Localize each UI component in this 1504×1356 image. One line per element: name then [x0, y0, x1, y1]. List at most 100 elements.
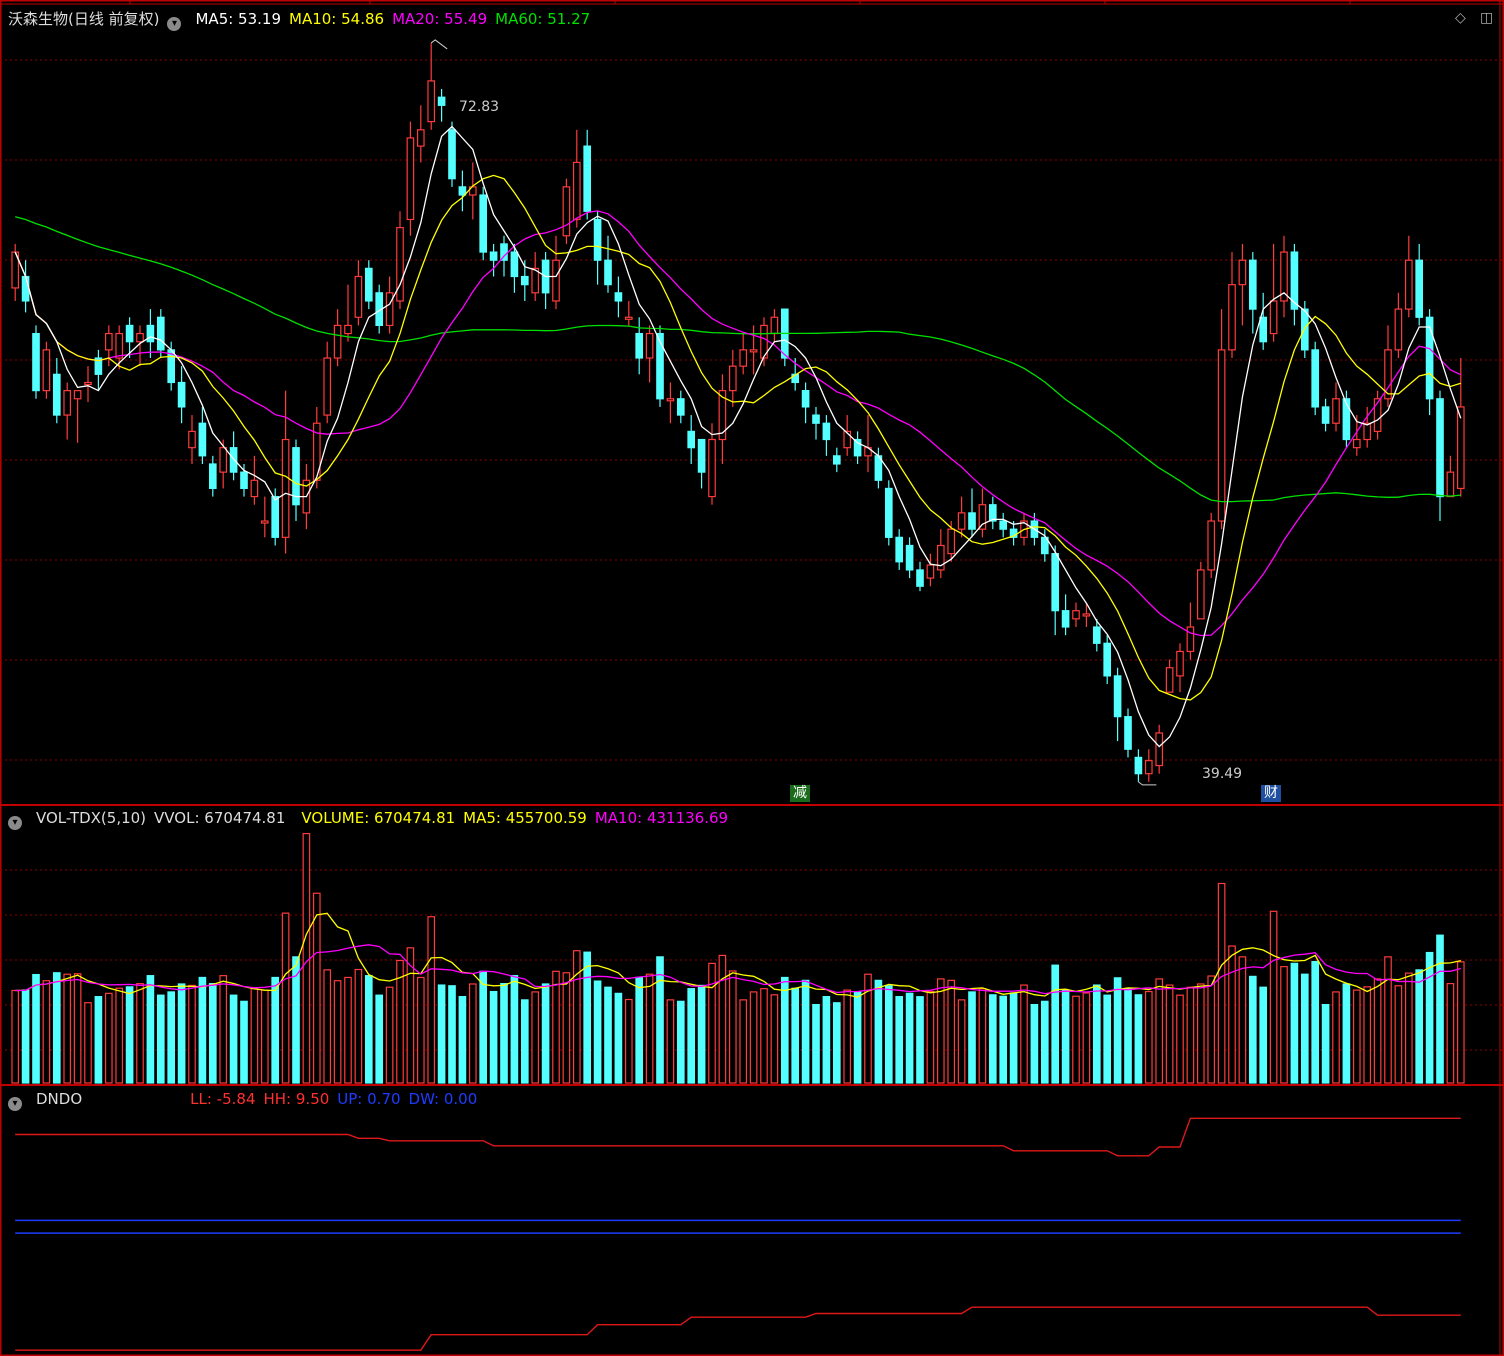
volume-bar: [468, 983, 477, 1084]
ma20-label: MA20: 55.49: [392, 10, 488, 28]
volume-bar: [385, 986, 394, 1084]
high-price-marker: 72.83: [459, 99, 500, 115]
volume-bar: [448, 985, 456, 1084]
candle-body: [177, 381, 186, 408]
candle-body: [1113, 675, 1122, 718]
candle-body: [1259, 316, 1268, 343]
volume-bar: [936, 978, 945, 1084]
volume-bar: [1040, 1000, 1049, 1084]
vol-ma5-label: MA5: 455700.59: [463, 809, 587, 827]
volume-bar: [1165, 984, 1174, 1084]
volume-bar: [1207, 975, 1216, 1084]
ma60-label: MA60: 51.27: [495, 10, 591, 28]
candle-body: [635, 332, 644, 359]
dw-label: DW: 0.00: [408, 1090, 478, 1108]
candle-body: [1248, 259, 1257, 310]
volume-bar: [541, 983, 550, 1084]
dropdown-icon[interactable]: [167, 17, 182, 31]
volume-bar: [999, 995, 1008, 1084]
volume-bar: [614, 992, 623, 1084]
volume-bar: [1072, 995, 1080, 1084]
volume-bar: [1092, 984, 1101, 1084]
volume-bar: [583, 951, 592, 1084]
volume-bar: [333, 980, 342, 1084]
volume-bar: [676, 1000, 685, 1084]
volume-label: VOLUME: 670474.81: [301, 809, 456, 827]
volume-bar: [302, 833, 311, 1084]
candle-body: [1394, 308, 1403, 351]
volume-bar: [843, 989, 852, 1084]
expand-icon[interactable]: ◫: [1480, 10, 1493, 26]
volume-indicator-title[interactable]: VOL-TDX(5,10): [36, 809, 146, 827]
candle-body: [1051, 553, 1060, 612]
event-tag-finance[interactable]: 财: [1261, 785, 1281, 802]
volume-bar: [552, 970, 560, 1084]
candle-body: [656, 332, 664, 400]
volume-bar: [624, 998, 633, 1084]
candle-body: [364, 267, 373, 302]
candle-body: [884, 487, 893, 538]
volume-bar: [884, 985, 893, 1084]
volume-bar: [250, 988, 259, 1084]
stock-title[interactable]: 沃森生物(日线 前复权): [8, 10, 159, 28]
volume-bar: [1373, 978, 1382, 1084]
dropdown-icon[interactable]: [8, 816, 22, 830]
volume-bar: [1332, 991, 1340, 1084]
stock-chart-canvas[interactable]: [0, 0, 1504, 1356]
candle-body: [333, 324, 342, 359]
candle-body: [437, 96, 446, 106]
hh-label: HH: 9.50: [263, 1090, 330, 1108]
volume-bar: [604, 986, 612, 1084]
candle-body: [416, 129, 425, 147]
candle-body: [1176, 650, 1184, 677]
candle-body: [250, 479, 259, 498]
volume-bar: [697, 984, 706, 1084]
volume-bar: [177, 983, 186, 1084]
volume-bar: [125, 986, 134, 1084]
dropdown-icon[interactable]: [8, 1097, 22, 1111]
volume-bar: [1436, 934, 1444, 1084]
main-legend: 沃森生物(日线 前复权) MA5: 53.19 MA10: 54.86 MA20: 5…: [8, 10, 604, 31]
candle-body: [895, 536, 904, 563]
volume-bar: [1186, 986, 1195, 1084]
candle-body: [624, 316, 633, 320]
volume-bar: [1238, 956, 1247, 1084]
candle-body: [198, 422, 207, 457]
volume-bar: [104, 992, 113, 1084]
diamond-icon[interactable]: ◇: [1455, 10, 1466, 26]
candle-body: [552, 259, 560, 302]
volume-bar: [1103, 994, 1112, 1084]
candle-body: [63, 390, 72, 416]
candle-body: [406, 137, 415, 221]
volume-bar: [323, 969, 332, 1084]
candle-body: [1228, 284, 1236, 351]
volume-bar: [968, 991, 976, 1084]
volume-bar: [437, 984, 446, 1084]
volume-bar: [832, 1002, 841, 1084]
candle-body: [988, 504, 997, 522]
volume-bar: [728, 970, 737, 1084]
candle-body: [354, 275, 363, 318]
candle-body: [1217, 349, 1226, 522]
volume-bar: [42, 980, 51, 1084]
ma10-label: MA10: 54.86: [289, 10, 385, 28]
candle-body: [84, 381, 92, 386]
candle-body: [1124, 716, 1132, 750]
candle-body: [479, 194, 488, 253]
candle-body: [645, 332, 654, 359]
volume-bar: [853, 990, 862, 1084]
volume-bar: [957, 999, 966, 1084]
candle-body: [832, 455, 841, 465]
candle-body: [271, 495, 280, 538]
candle-body: [1456, 406, 1465, 490]
indicator-title[interactable]: DNDO: [36, 1090, 82, 1108]
candle-body: [458, 186, 467, 196]
event-tag-reduce[interactable]: 减: [790, 785, 810, 802]
volume-bar: [822, 996, 831, 1084]
candle-body: [1072, 610, 1080, 620]
volume-bar: [1342, 983, 1351, 1084]
volume-bar: [520, 999, 529, 1084]
high-marker-arrow: [430, 39, 448, 50]
candle-body: [52, 373, 61, 416]
candle-body: [1238, 259, 1247, 286]
